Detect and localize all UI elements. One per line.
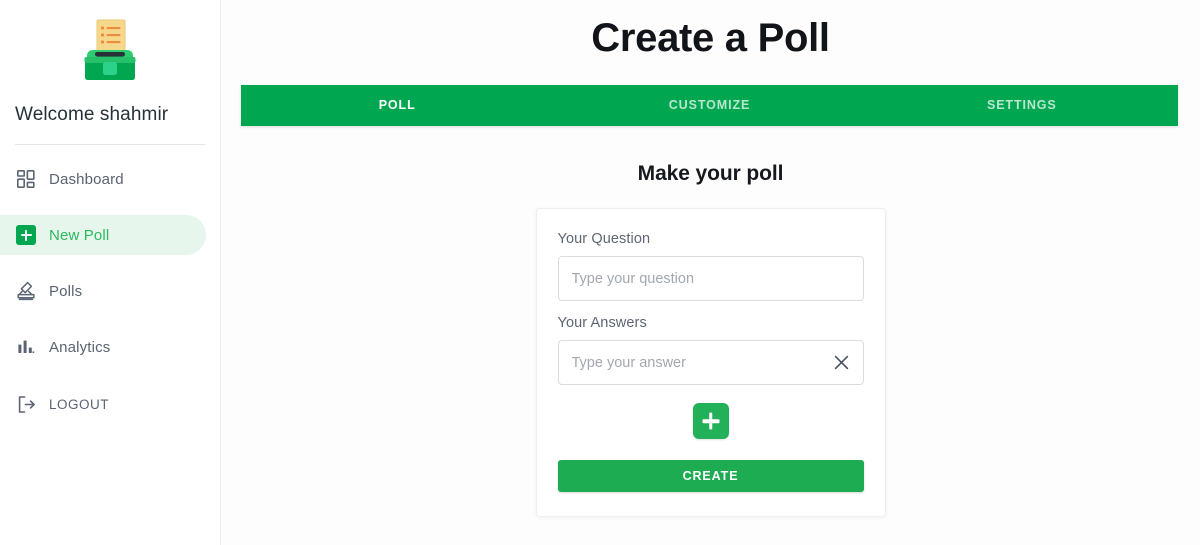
main-content: Create a Poll POLL CUSTOMIZE SETTINGS Ma… — [221, 0, 1200, 545]
sidebar-item-label: New Poll — [49, 226, 110, 244]
sidebar-item-label: LOGOUT — [49, 396, 110, 412]
question-input[interactable] — [557, 256, 864, 301]
bar-chart-icon — [15, 336, 37, 358]
question-label: Your Question — [557, 231, 651, 247]
section-title: Make your poll — [637, 162, 784, 185]
create-poll-card: Your Question Your Answers CREATE — [535, 208, 886, 517]
create-button[interactable]: CREATE — [557, 460, 864, 492]
app-root: Welcome shahmir Dashboard New Poll Polls… — [0, 0, 1200, 545]
dashboard-grid-icon — [15, 168, 37, 190]
sidebar-nav: Dashboard New Poll Polls Analytics LOGOU… — [0, 159, 220, 424]
sidebar-divider — [15, 144, 205, 145]
answer-input[interactable] — [557, 340, 864, 385]
add-answer-button[interactable] — [692, 403, 729, 439]
sidebar-item-dashboard[interactable]: Dashboard — [0, 159, 206, 199]
tab-customize[interactable]: CUSTOMIZE — [553, 85, 865, 126]
sidebar: Welcome shahmir Dashboard New Poll Polls… — [0, 0, 221, 545]
close-x-icon — [834, 355, 849, 370]
tab-bar: POLL CUSTOMIZE SETTINGS — [241, 85, 1178, 126]
sidebar-item-polls[interactable]: Polls — [0, 271, 206, 311]
tab-settings[interactable]: SETTINGS — [866, 85, 1178, 126]
ballot-box-icon — [84, 19, 136, 80]
sidebar-item-logout[interactable]: LOGOUT — [0, 384, 206, 424]
remove-answer-button[interactable] — [830, 351, 854, 375]
sidebar-item-label: Polls — [49, 282, 83, 300]
add-answer-row — [558, 403, 864, 439]
answers-label: Your Answers — [557, 315, 647, 331]
app-logo — [0, 8, 220, 94]
welcome-text: Welcome shahmir — [15, 104, 169, 125]
sidebar-item-label: Dashboard — [49, 170, 124, 188]
sidebar-item-label: Analytics — [49, 338, 111, 356]
ballot-box-icon — [15, 280, 37, 302]
plus-square-icon — [15, 224, 37, 246]
tab-poll[interactable]: POLL — [241, 85, 553, 126]
sidebar-item-new-poll[interactable]: New Poll — [0, 215, 206, 255]
sidebar-item-analytics[interactable]: Analytics — [0, 327, 206, 367]
answer-row — [557, 340, 864, 385]
field-spacer — [558, 301, 864, 315]
logout-arrow-icon — [15, 393, 37, 415]
page-title: Create a Poll — [591, 16, 830, 60]
